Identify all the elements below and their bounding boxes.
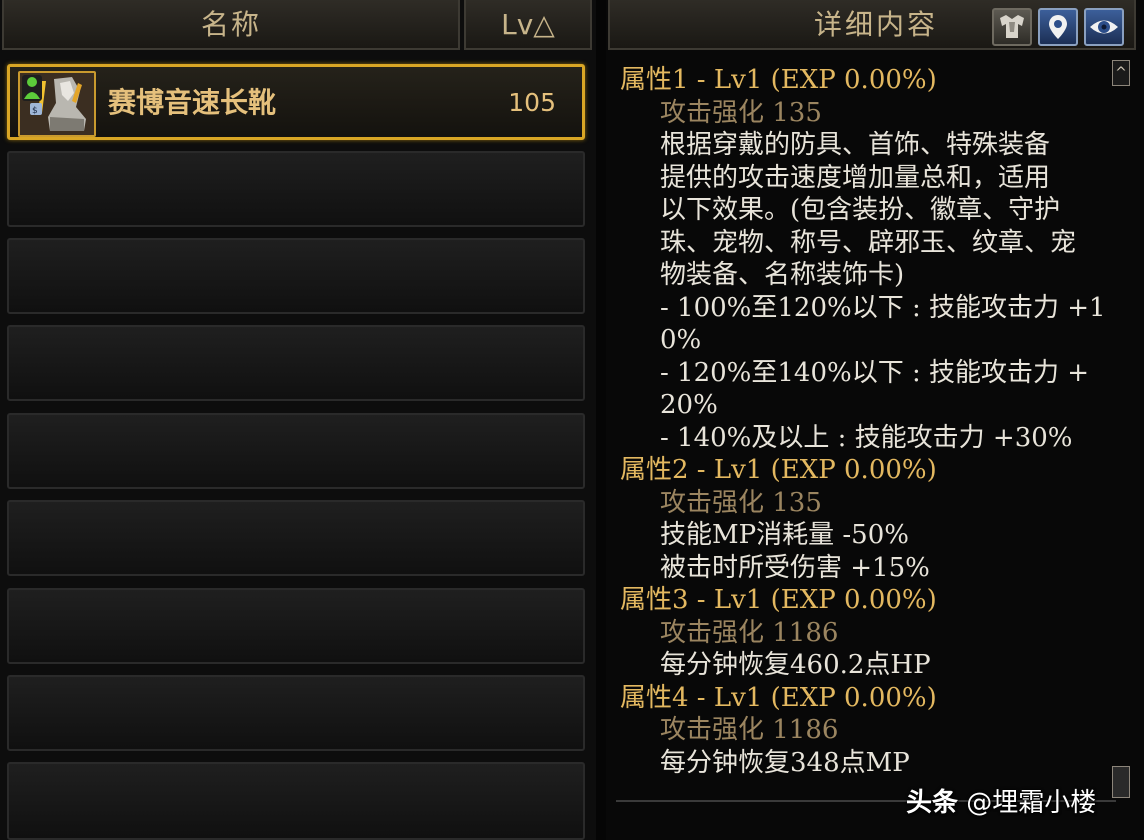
column-header-level-sort[interactable]: Lv△: [464, 0, 592, 50]
item-list-panel: 名称 Lv△ $ 赛博音速长靴 105: [0, 0, 596, 840]
watermark: 头条 @埋霜小楼: [906, 782, 1096, 819]
scroll-up-button[interactable]: ^: [1112, 60, 1130, 86]
attribute-effect-line: 每分钟恢复348点MP: [660, 747, 910, 778]
attribute-effect-line: - 140%及以上 : 技能攻击力 +30%: [660, 422, 1073, 453]
armor-icon: [1000, 15, 1024, 38]
scrollbar[interactable]: ^: [1112, 60, 1132, 800]
watermark-brand: 头条: [906, 788, 959, 818]
empty-slot[interactable]: [7, 675, 585, 751]
attribute-effect-line: 被击时所受伤害 +15%: [660, 552, 930, 583]
attack-enhance-value: 攻击强化 135: [660, 97, 822, 128]
empty-slot[interactable]: [7, 762, 585, 840]
attack-enhance-value: 攻击强化 135: [660, 487, 822, 518]
column-header-name[interactable]: 名称: [2, 0, 460, 50]
item-level: 105: [508, 88, 556, 117]
detail-title: 详细内容: [814, 8, 939, 41]
attribute-title: 属性3 - Lv1 (EXP 0.00%): [620, 585, 937, 615]
attribute-effect-line: 技能MP消耗量 -50%: [660, 520, 909, 550]
armor-view-button[interactable]: [992, 8, 1032, 46]
empty-slot[interactable]: [7, 238, 585, 314]
attribute-effect-line: - 100%至120%以下 : 技能攻击力 +1: [660, 292, 1106, 323]
empty-slot[interactable]: [7, 325, 585, 401]
attribute-effect-line: 20%: [660, 390, 718, 420]
attribute-effect-line: - 120%至140%以下 : 技能攻击力 +: [660, 357, 1090, 388]
empty-slot[interactable]: [7, 500, 585, 576]
attack-enhance-value: 攻击强化 1186: [660, 617, 839, 648]
attribute-title: 属性4 - Lv1 (EXP 0.00%): [620, 682, 937, 713]
attribute-title: 属性2 - Lv1 (EXP 0.00%): [620, 455, 937, 485]
empty-slot[interactable]: [7, 151, 585, 227]
attribute-effect-line: 每分钟恢复460.2点HP: [660, 650, 931, 680]
watermark-handle: @埋霜小楼: [966, 788, 1097, 818]
attribute-effect-line: 珠、宠物、称号、辟邪玉、纹章、宠: [660, 227, 1077, 258]
boots-icon: $: [18, 71, 96, 137]
empty-slot[interactable]: [7, 588, 585, 664]
attribute-detail-text: 属性1 - Lv1 (EXP 0.00%) 攻击强化 135 根据穿戴的防具、首饰、…: [620, 64, 1106, 779]
attribute-effect-line: 提供的攻击速度增加量总和，适用: [660, 162, 1051, 193]
panel-divider: [596, 0, 606, 840]
item-name: 赛博音速长靴: [108, 86, 277, 119]
detail-panel: 详细内容 属性1 - Lv1 (EXP 0.00%) 攻击强化 135 根据穿戴的防…: [606, 0, 1144, 840]
attribute-effect-line: 以下效果。(包含装扮、徽章、守护: [660, 195, 1061, 225]
location-pin-icon: [1049, 15, 1067, 39]
empty-slot[interactable]: [7, 413, 585, 489]
scroll-thumb[interactable]: [1112, 766, 1130, 798]
attribute-effect-line: 根据穿戴的防具、首饰、特殊装备: [660, 130, 1051, 160]
list-item-selected[interactable]: $ 赛博音速长靴 105: [7, 64, 585, 140]
svg-text:$: $: [32, 106, 38, 116]
attribute-effect-line: 物装备、名称装饰卡): [660, 260, 905, 290]
attack-enhance-value: 攻击强化 1186: [660, 715, 839, 745]
attribute-effect-line: 0%: [660, 325, 702, 355]
view-toggle-button[interactable]: [1084, 8, 1124, 46]
attribute-title: 属性1 - Lv1 (EXP 0.00%): [620, 65, 937, 95]
eye-icon: [1090, 20, 1118, 34]
location-button[interactable]: [1038, 8, 1078, 46]
